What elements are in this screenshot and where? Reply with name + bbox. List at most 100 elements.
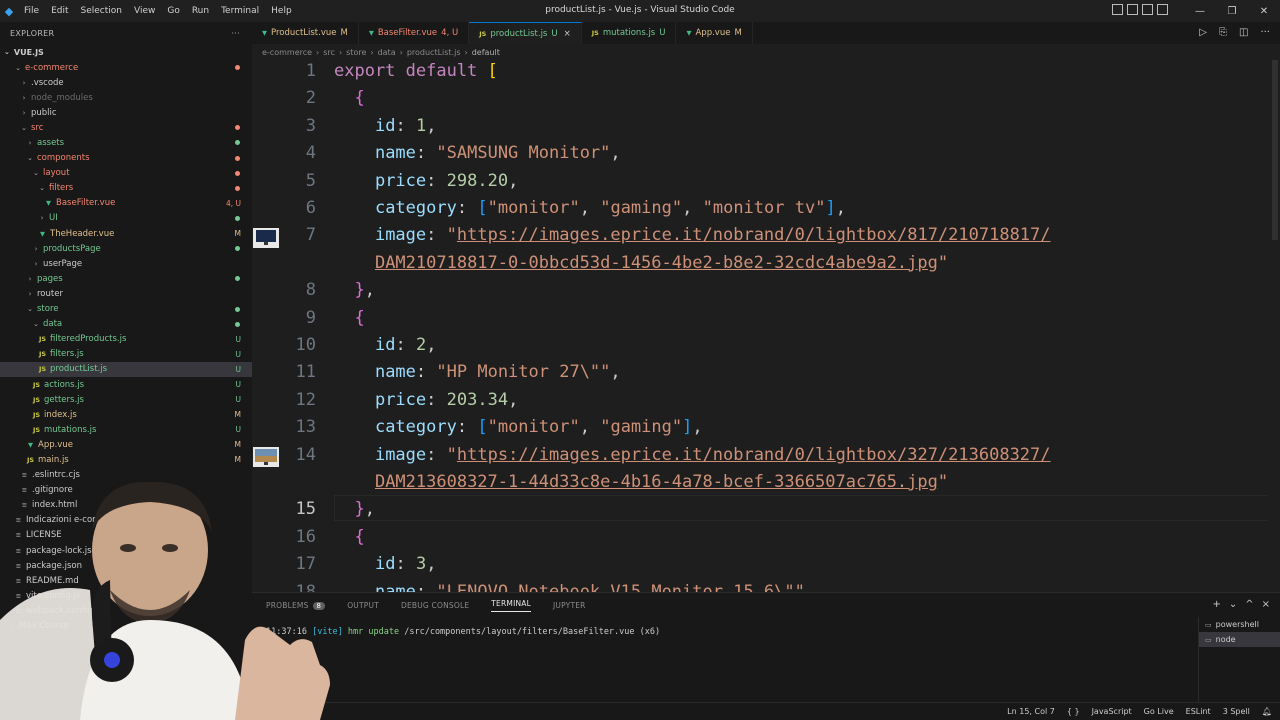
tree-item[interactable]: ▼ App.vue M bbox=[0, 437, 252, 452]
tree-item[interactable]: ⌄ src bbox=[0, 120, 252, 135]
tree-item[interactable]: ≡ package.json bbox=[0, 558, 252, 573]
tree-item[interactable]: ≡ vite.config.js bbox=[0, 588, 252, 603]
tree-item[interactable]: › userPage bbox=[0, 256, 252, 271]
more-actions-icon[interactable]: ··· bbox=[231, 29, 240, 38]
code-line[interactable]: { bbox=[334, 308, 364, 328]
breadcrumb-item[interactable]: productList.js bbox=[407, 48, 461, 57]
tree-item[interactable]: › public bbox=[0, 105, 252, 120]
run-icon[interactable]: ▷ bbox=[1199, 27, 1207, 38]
maximize-panel-icon[interactable]: ^ bbox=[1245, 599, 1253, 610]
menu-selection[interactable]: Selection bbox=[75, 6, 128, 16]
tree-item[interactable]: › router bbox=[0, 286, 252, 301]
code-line[interactable]: id: 1, bbox=[334, 116, 436, 136]
eslint-status[interactable]: ESLint bbox=[1186, 707, 1211, 716]
code-line[interactable]: }, bbox=[334, 499, 375, 519]
tree-item[interactable]: ≡ .eslintrc.cjs bbox=[0, 468, 252, 483]
panel-tab[interactable]: DEBUG CONSOLE bbox=[401, 601, 469, 610]
editor-tab[interactable]: ▼ App.vue M bbox=[676, 22, 753, 44]
split-editor-icon[interactable]: ◫ bbox=[1239, 27, 1248, 38]
tree-item[interactable]: JS index.js M bbox=[0, 407, 252, 422]
tree-item[interactable]: ≡ package-lock.json bbox=[0, 543, 252, 558]
tree-item[interactable]: JS actions.js U bbox=[0, 377, 252, 392]
tree-item[interactable]: ⌄ data bbox=[0, 317, 252, 332]
panel-tab[interactable]: OUTPUT bbox=[347, 601, 379, 610]
spell-status[interactable]: 3 Spell bbox=[1223, 707, 1250, 716]
code-line[interactable]: price: 203.34, bbox=[334, 390, 518, 410]
menu-view[interactable]: View bbox=[128, 6, 161, 16]
tree-item[interactable]: › assets bbox=[0, 135, 252, 150]
menu-edit[interactable]: Edit bbox=[45, 6, 74, 16]
code-line[interactable]: }, bbox=[334, 280, 375, 300]
breadcrumb-item[interactable]: data bbox=[378, 48, 396, 57]
menu-run[interactable]: Run bbox=[186, 6, 215, 16]
code-line[interactable]: category: ["monitor", "gaming"], bbox=[334, 417, 703, 437]
editor-tab[interactable]: JS productList.js U × bbox=[469, 22, 582, 44]
menu-go[interactable]: Go bbox=[161, 6, 185, 16]
tree-item[interactable]: ▼ TheHeader.vue M bbox=[0, 226, 252, 241]
terminal-output[interactable]: 11:37:16 [vite] hmr update /src/componen… bbox=[266, 627, 660, 648]
menu-terminal[interactable]: Terminal bbox=[215, 6, 265, 16]
customize-layout-icon[interactable] bbox=[1157, 4, 1168, 15]
code-line[interactable]: price: 298.20, bbox=[334, 171, 518, 191]
tree-item[interactable]: ≡ webpack.config.js bbox=[0, 603, 252, 618]
code-line[interactable]: image: "https://images.eprice.it/nobrand… bbox=[334, 225, 1051, 245]
panel-tab[interactable]: TERMINAL bbox=[491, 599, 531, 612]
tree-item[interactable]: JS filters.js U bbox=[0, 347, 252, 362]
go-live-button[interactable]: Go Live bbox=[1144, 707, 1174, 716]
close-window-icon[interactable]: ✕ bbox=[1248, 6, 1280, 17]
tree-item[interactable]: JS main.js M bbox=[0, 452, 252, 467]
language-mode[interactable]: JavaScript bbox=[1092, 707, 1132, 716]
close-tab-icon[interactable]: × bbox=[564, 29, 571, 39]
tree-item[interactable]: JS getters.js U bbox=[0, 392, 252, 407]
editor-tab[interactable]: JS mutations.js U bbox=[582, 22, 677, 44]
code-line[interactable]: id: 2, bbox=[334, 335, 436, 355]
tree-item[interactable]: ≡ .gitignore bbox=[0, 483, 252, 498]
code-line[interactable]: { bbox=[334, 88, 364, 108]
code-line[interactable]: name: "LENOVO Notebook V15 Monitor 15.6\… bbox=[334, 582, 815, 592]
breadcrumb-item[interactable]: e-commerce bbox=[262, 48, 312, 57]
code-line[interactable]: image: "https://images.eprice.it/nobrand… bbox=[334, 445, 1051, 465]
breadcrumb-item[interactable]: store bbox=[346, 48, 366, 57]
tree-item[interactable]: ≡ index.html bbox=[0, 498, 252, 513]
breadcrumb-item[interactable]: default bbox=[472, 48, 500, 57]
code-line[interactable]: DAM213608327-1-44d33c8e-4b16-4a78-bcef-3… bbox=[334, 472, 948, 492]
terminal-dropdown-icon[interactable]: ⌄ bbox=[1229, 599, 1237, 610]
workspace-root[interactable]: ⌄ VUE.JS bbox=[0, 44, 252, 60]
tree-item[interactable]: › node_modules bbox=[0, 90, 252, 105]
tree-item[interactable]: ≡ Indicazioni e-comme bbox=[0, 513, 252, 528]
code-line[interactable]: name: "SAMSUNG Monitor", bbox=[334, 143, 621, 163]
menu-help[interactable]: Help bbox=[265, 6, 298, 16]
minimize-icon[interactable]: — bbox=[1184, 6, 1216, 17]
toggle-panel-icon[interactable] bbox=[1127, 4, 1138, 15]
toggle-sidebar-icon[interactable] bbox=[1112, 4, 1123, 15]
restore-icon[interactable]: ❐ bbox=[1216, 6, 1248, 17]
tree-item[interactable]: › productsPage bbox=[0, 241, 252, 256]
tree-item[interactable]: ⌄ store bbox=[0, 302, 252, 317]
tree-item[interactable]: ▼ BaseFilter.vue 4, U bbox=[0, 196, 252, 211]
close-panel-icon[interactable]: × bbox=[1262, 599, 1270, 610]
code-line[interactable]: DAM210718817-0-0bbcd53d-1456-4be2-b8e2-3… bbox=[334, 253, 948, 273]
tree-item[interactable]: JS mutations.js U bbox=[0, 422, 252, 437]
tree-item[interactable]: ⌄ layout bbox=[0, 166, 252, 181]
tree-item[interactable]: JS filteredProducts.js U bbox=[0, 332, 252, 347]
bell-icon[interactable]: 🔔︎ bbox=[1262, 707, 1272, 716]
tree-item[interactable]: › Max Course bbox=[0, 618, 252, 633]
tree-item[interactable]: ⌄ components bbox=[0, 151, 252, 166]
tree-item[interactable]: ≡ README.md bbox=[0, 573, 252, 588]
editor-tab[interactable]: ▼ BaseFilter.vue 4, U bbox=[359, 22, 470, 44]
code-line[interactable]: name: "HP Monitor 27\"", bbox=[334, 362, 621, 382]
tree-item[interactable]: › .vscode bbox=[0, 75, 252, 90]
more-icon[interactable]: ··· bbox=[1260, 27, 1270, 38]
code-editor[interactable]: 1 export default [2 {3 id: 1, 4 name: "SAM… bbox=[252, 60, 1280, 592]
tree-item[interactable]: ≡ LICENSE bbox=[0, 528, 252, 543]
terminal-instance[interactable]: ▭ powershell bbox=[1199, 617, 1280, 632]
tree-item[interactable]: › pages bbox=[0, 271, 252, 286]
cursor-position[interactable]: Ln 15, Col 7 bbox=[1007, 707, 1055, 716]
scrollbar-thumb[interactable] bbox=[1272, 60, 1278, 240]
open-changes-icon[interactable]: ⎘ bbox=[1219, 27, 1227, 38]
tree-item[interactable]: › UI bbox=[0, 211, 252, 226]
editor-scrollbar[interactable] bbox=[1268, 60, 1280, 592]
code-line[interactable]: category: ["monitor", "gaming", "monitor… bbox=[334, 198, 846, 218]
code-line[interactable]: { bbox=[334, 527, 364, 547]
tree-item[interactable]: ⌄ filters bbox=[0, 181, 252, 196]
